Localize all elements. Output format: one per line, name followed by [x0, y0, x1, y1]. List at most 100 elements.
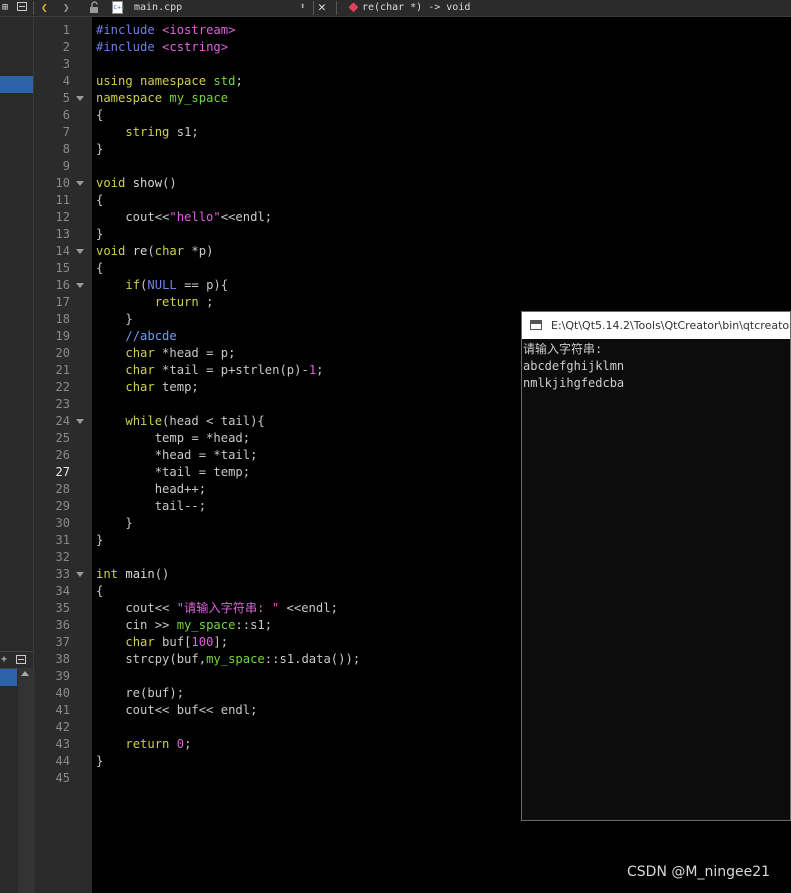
- code-line[interactable]: strcpy(buf,my_space::s1.data());: [96, 651, 360, 668]
- line-number[interactable]: 43: [34, 736, 70, 753]
- line-number[interactable]: 5: [34, 90, 70, 107]
- line-number[interactable]: 40: [34, 685, 70, 702]
- code-line[interactable]: {: [96, 260, 103, 277]
- symbol-combo[interactable]: re(char *) -> void: [362, 0, 470, 16]
- code-line[interactable]: char buf[100];: [96, 634, 228, 651]
- line-number[interactable]: 37: [34, 634, 70, 651]
- line-number[interactable]: 28: [34, 481, 70, 498]
- code-line[interactable]: *tail = temp;: [96, 464, 250, 481]
- line-number[interactable]: 12: [34, 209, 70, 226]
- code-line[interactable]: char *head = p;: [96, 345, 235, 362]
- code-line[interactable]: int main(): [96, 566, 169, 583]
- close-pane-icon[interactable]: [16, 654, 26, 666]
- code-line[interactable]: }: [96, 226, 103, 243]
- code-line[interactable]: #include <cstring>: [96, 39, 228, 56]
- code-line[interactable]: namespace my_space: [96, 90, 228, 107]
- line-number[interactable]: 39: [34, 668, 70, 685]
- file-name-combo[interactable]: main.cpp: [134, 0, 182, 16]
- line-number[interactable]: 30: [34, 515, 70, 532]
- code-line[interactable]: void show(): [96, 175, 177, 192]
- line-number[interactable]: 16: [34, 277, 70, 294]
- code-line[interactable]: }: [96, 311, 132, 328]
- code-line[interactable]: cout<< buf<< endl;: [96, 702, 257, 719]
- code-line[interactable]: #include <iostream>: [96, 22, 235, 39]
- code-line[interactable]: }: [96, 532, 103, 549]
- line-number[interactable]: 7: [34, 124, 70, 141]
- code-line[interactable]: }: [96, 753, 103, 770]
- forward-button[interactable]: ❯: [63, 0, 70, 16]
- line-number[interactable]: 29: [34, 498, 70, 515]
- line-number[interactable]: 41: [34, 702, 70, 719]
- console-title-bar[interactable]: E:\Qt\Qt5.14.2\Tools\QtCreator\bin\qtcre…: [522, 312, 790, 339]
- code-line[interactable]: //abcde: [96, 328, 176, 345]
- line-number[interactable]: 1: [34, 22, 70, 39]
- code-line[interactable]: string s1;: [96, 124, 198, 141]
- fold-arrow-icon[interactable]: [76, 572, 84, 577]
- console-window[interactable]: E:\Qt\Qt5.14.2\Tools\QtCreator\bin\qtcre…: [521, 311, 791, 821]
- code-line[interactable]: return ;: [96, 294, 214, 311]
- line-number[interactable]: 42: [34, 719, 70, 736]
- line-number[interactable]: 13: [34, 226, 70, 243]
- line-number[interactable]: 9: [34, 158, 70, 175]
- line-number[interactable]: 27: [34, 464, 70, 481]
- code-line[interactable]: re(buf);: [96, 685, 184, 702]
- line-number[interactable]: 15: [34, 260, 70, 277]
- back-button[interactable]: ❮: [41, 0, 48, 16]
- line-number[interactable]: 18: [34, 311, 70, 328]
- code-line[interactable]: tail--;: [96, 498, 206, 515]
- line-number[interactable]: 36: [34, 617, 70, 634]
- code-line[interactable]: cin >> my_space::s1;: [96, 617, 272, 634]
- fold-arrow-icon[interactable]: [76, 96, 84, 101]
- line-number[interactable]: 31: [34, 532, 70, 549]
- selected-project-item[interactable]: [0, 76, 33, 93]
- code-line[interactable]: while(head < tail){: [96, 413, 264, 430]
- code-line[interactable]: {: [96, 583, 103, 600]
- code-line[interactable]: char *tail = p+strlen(p)-1;: [96, 362, 323, 379]
- code-line[interactable]: char temp;: [96, 379, 198, 396]
- code-line[interactable]: cout<<"hello"<<endl;: [96, 209, 272, 226]
- split-icon[interactable]: ⊞: [2, 0, 8, 16]
- code-line[interactable]: cout<< "请输入字符串: " <<endl;: [96, 600, 338, 617]
- line-number[interactable]: 22: [34, 379, 70, 396]
- line-number[interactable]: 26: [34, 447, 70, 464]
- line-number[interactable]: 4: [34, 73, 70, 90]
- fold-arrow-icon[interactable]: [76, 283, 84, 288]
- file-combo-arrows-icon[interactable]: ⬍: [300, 0, 305, 16]
- line-number[interactable]: 38: [34, 651, 70, 668]
- line-number[interactable]: 19: [34, 328, 70, 345]
- line-number[interactable]: 8: [34, 141, 70, 158]
- line-number[interactable]: 21: [34, 362, 70, 379]
- line-number[interactable]: 35: [34, 600, 70, 617]
- code-line[interactable]: temp = *head;: [96, 430, 250, 447]
- line-number[interactable]: 34: [34, 583, 70, 600]
- code-line[interactable]: {: [96, 107, 103, 124]
- line-number[interactable]: 6: [34, 107, 70, 124]
- code-line[interactable]: }: [96, 515, 132, 532]
- split-icon[interactable]: +: [1, 652, 7, 667]
- line-number[interactable]: 17: [34, 294, 70, 311]
- scroll-up-icon[interactable]: [21, 671, 29, 676]
- line-number[interactable]: 3: [34, 56, 70, 73]
- code-line[interactable]: {: [96, 192, 103, 209]
- close-file-icon[interactable]: ✕: [318, 0, 326, 16]
- code-line[interactable]: using namespace std;: [96, 73, 243, 90]
- code-line[interactable]: head++;: [96, 481, 206, 498]
- line-number[interactable]: 14: [34, 243, 70, 260]
- line-number[interactable]: 24: [34, 413, 70, 430]
- line-number[interactable]: 32: [34, 549, 70, 566]
- selected-open-document[interactable]: [0, 669, 17, 686]
- line-number[interactable]: 23: [34, 396, 70, 413]
- line-number[interactable]: 33: [34, 566, 70, 583]
- line-number[interactable]: 11: [34, 192, 70, 209]
- code-line[interactable]: }: [96, 141, 103, 158]
- close-sidebar-icon[interactable]: [17, 0, 27, 16]
- fold-arrow-icon[interactable]: [76, 419, 84, 424]
- line-number[interactable]: 2: [34, 39, 70, 56]
- line-number[interactable]: 20: [34, 345, 70, 362]
- code-line[interactable]: if(NULL == p){: [96, 277, 228, 294]
- code-line[interactable]: *head = *tail;: [96, 447, 258, 464]
- code-line[interactable]: return 0;: [96, 736, 191, 753]
- line-number[interactable]: 10: [34, 175, 70, 192]
- code-line[interactable]: void re(char *p): [96, 243, 213, 260]
- fold-arrow-icon[interactable]: [76, 249, 84, 254]
